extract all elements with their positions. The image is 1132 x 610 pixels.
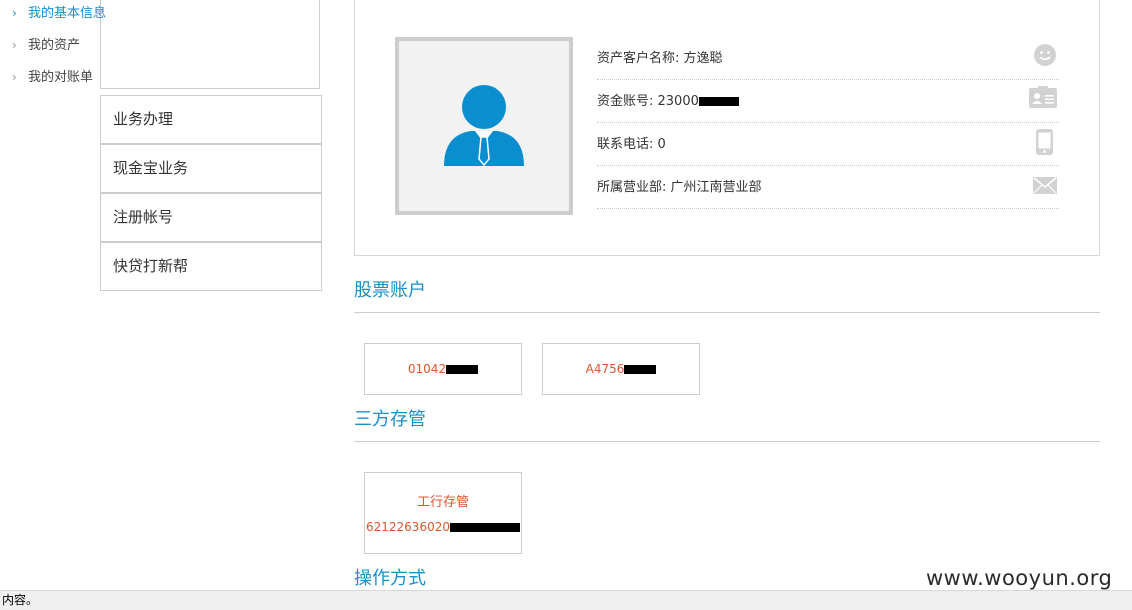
chevron-right-icon: › — [12, 6, 17, 20]
custody-card[interactable]: 工行存管 62122636020 — [364, 472, 522, 554]
user-avatar-icon — [444, 85, 524, 167]
chevron-right-icon: › — [12, 70, 17, 84]
sidebar-item-statement[interactable]: › 我的对账单 — [12, 66, 93, 85]
mail-icon — [1033, 177, 1057, 198]
stock-account-card[interactable]: 01042 — [364, 343, 522, 395]
smiley-icon — [1033, 43, 1057, 71]
phone-number: 联系电话: 0 — [597, 137, 666, 152]
sidebar-item-assets[interactable]: › 我的资产 — [12, 34, 80, 53]
sidebar-item-basic-info[interactable]: › 我的基本信息 — [12, 2, 106, 21]
section-title-custody: 三方存管 — [354, 409, 426, 430]
section-divider — [354, 441, 1100, 442]
sidebar-submenu — [100, 0, 320, 89]
sidebar-nav-business[interactable]: 业务办理 — [100, 95, 322, 144]
info-row-branch: 所属营业部: 广州江南营业部 — [597, 166, 1059, 209]
stock-account-number: A4756 — [585, 362, 625, 376]
info-row-fund-account: 资金账号: 23000 — [597, 80, 1059, 123]
stock-account-number: 01042 — [407, 362, 447, 376]
customer-name: 资产客户名称: 方逸聪 — [597, 51, 723, 66]
info-row-customer-name: 资产客户名称: 方逸聪 — [597, 37, 1059, 80]
sidebar-nav-register[interactable]: 注册帐号 — [100, 193, 322, 242]
sidebar-nav-quick-loan[interactable]: 快贷打新帮 — [100, 242, 322, 291]
custody-account-number: 62122636020 — [366, 520, 450, 534]
custody-bank: 工行存管 — [416, 495, 469, 510]
chevron-right-icon: › — [12, 38, 17, 52]
sidebar-nav-cash-treasure[interactable]: 现金宝业务 — [100, 144, 322, 193]
fund-account: 资金账号: 23000 — [597, 94, 699, 109]
section-title-operation: 操作方式 — [354, 568, 426, 589]
section-divider — [354, 312, 1100, 313]
stock-account-card[interactable]: A4756 — [542, 343, 700, 395]
redaction-mark — [624, 365, 657, 374]
branch-name: 所属营业部: 广州江南营业部 — [597, 180, 762, 195]
sidebar-item-label: 我的对账单 — [28, 70, 94, 85]
phone-icon — [1036, 129, 1053, 159]
redaction-mark — [449, 523, 520, 532]
status-bar: 内容。 — [0, 590, 1132, 610]
redaction-mark — [698, 97, 739, 106]
sidebar-item-label: 我的资产 — [28, 38, 81, 53]
info-row-phone: 联系电话: 0 — [597, 123, 1059, 166]
section-title-stock-accounts: 股票账户 — [354, 280, 426, 301]
redaction-mark — [446, 365, 479, 374]
sidebar-item-label: 我的基本信息 — [28, 6, 107, 21]
avatar — [395, 37, 573, 215]
id-card-icon — [1029, 86, 1057, 112]
watermark: www.wooyun.org — [926, 566, 1113, 590]
